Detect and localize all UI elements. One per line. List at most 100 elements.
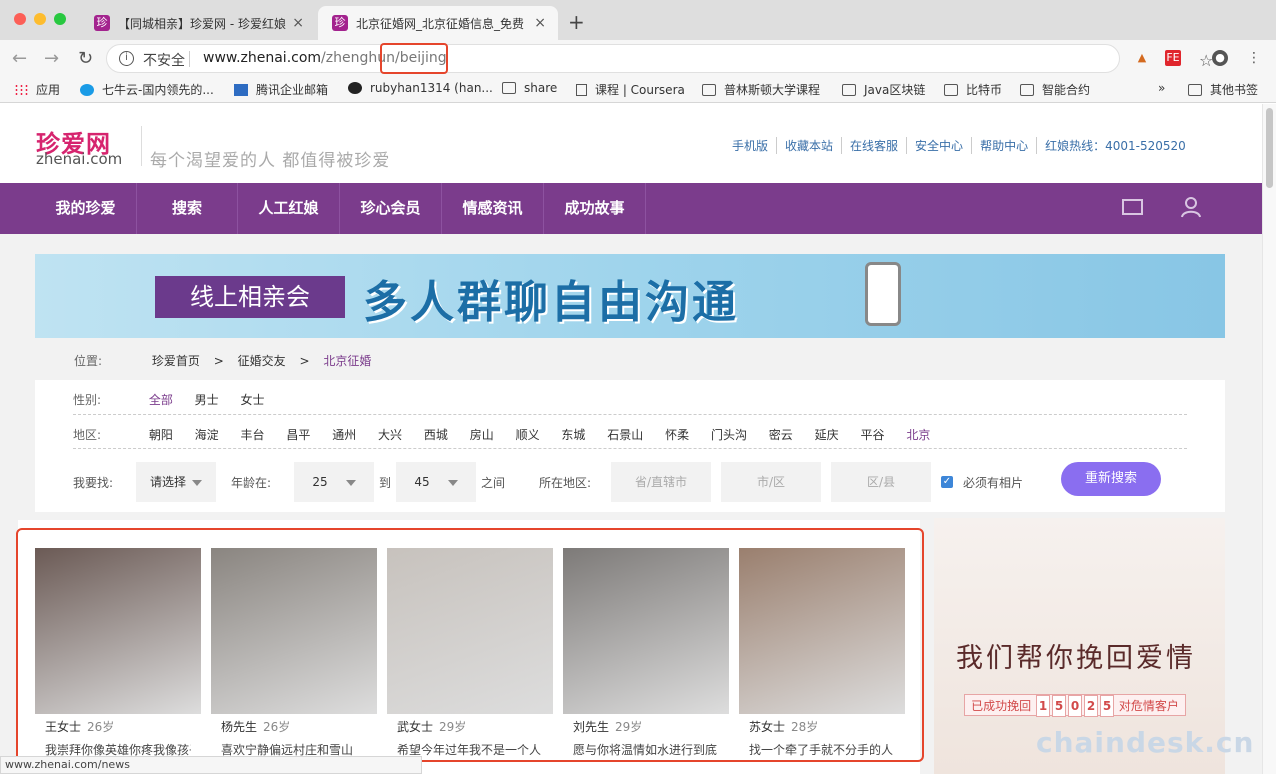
bookmark-tencent-mail[interactable]: 腾讯企业邮箱 — [234, 81, 328, 98]
bookmark-other[interactable]: 其他书签 — [1188, 81, 1258, 98]
region-option[interactable]: 石景山 — [607, 428, 643, 442]
region-option[interactable]: 昌平 — [286, 428, 310, 442]
ad-digit: 5 — [1100, 695, 1114, 717]
bookmark-coursera[interactable]: 课程 | Coursera — [576, 81, 685, 98]
new-tab-button[interactable]: + — [568, 10, 585, 34]
metamask-fox-icon[interactable]: ▲ — [1134, 50, 1150, 66]
site-header: 珍爱网 zhenai.com 每个渴望爱的人 都值得被珍爱 手机版 收藏本站 在… — [0, 104, 1262, 183]
nav-emotion-news[interactable]: 情感资讯 — [442, 183, 544, 234]
region-option[interactable]: 延庆 — [815, 428, 839, 442]
research-button[interactable]: 重新搜索 — [1061, 462, 1161, 496]
security-center-link[interactable]: 安全中心 — [906, 137, 971, 154]
nav-search[interactable]: 搜索 — [137, 183, 238, 234]
tab-title: 北京征婚网_北京征婚信息_免费 — [356, 16, 525, 31]
bookmark-github[interactable]: rubyhan1314 (han... — [348, 81, 493, 95]
folder-icon — [944, 83, 958, 96]
folder-icon — [842, 83, 856, 96]
ad-title: 我们帮你挽回爱情 — [956, 643, 1196, 674]
age-to-label: 到 — [379, 476, 392, 490]
region-option[interactable]: 通州 — [332, 428, 356, 442]
mail-icon[interactable] — [1122, 199, 1143, 215]
region-option[interactable]: 丰台 — [241, 428, 265, 442]
breadcrumb-label: 位置: — [74, 354, 103, 368]
minimize-window-button[interactable] — [34, 13, 46, 25]
city-select[interactable]: 市/区 — [721, 462, 821, 502]
tab-active[interactable]: 珍 北京征婚网_北京征婚信息_免费 × — [318, 6, 558, 40]
find-select[interactable]: 请选择 — [136, 462, 216, 502]
bookmark-qiniu[interactable]: 七牛云-国内领先的... — [80, 81, 214, 98]
chevron-down-icon — [345, 479, 356, 486]
bookmark-overflow-chevron[interactable]: » — [1158, 81, 1165, 95]
location-label: 所在地区: — [539, 476, 592, 490]
bookmark-star-icon[interactable]: ☆ — [1199, 51, 1213, 70]
menu-kebab-icon[interactable]: ⋮ — [1246, 50, 1262, 66]
bookmark-java-blockchain[interactable]: Java区块链 — [842, 81, 925, 98]
user-icon[interactable] — [1181, 196, 1201, 218]
close-window-button[interactable] — [14, 13, 26, 25]
mobile-link[interactable]: 手机版 — [724, 137, 776, 154]
page-scrollbar[interactable] — [1262, 104, 1276, 774]
province-placeholder: 省/直辖市 — [634, 475, 688, 489]
tab-close-icon[interactable]: × — [534, 15, 546, 31]
promo-banner[interactable]: 线上相亲会 多人群聊自由沟通 — [35, 254, 1225, 338]
age-label: 年龄在: — [231, 476, 272, 490]
nav-membership[interactable]: 珍心会员 — [340, 183, 442, 234]
breadcrumb-dating[interactable]: 征婚交友 — [238, 354, 286, 368]
watermark: chaindesk.cn — [1036, 726, 1255, 759]
tab-inactive[interactable]: 珍 【同城相亲】珍爱网 - 珍爱红娘 × — [80, 6, 316, 40]
maximize-window-button[interactable] — [54, 13, 66, 25]
security-label: 不安全 — [143, 53, 185, 69]
profile-avatar-icon[interactable]: ● — [1212, 50, 1228, 66]
region-option[interactable]: 大兴 — [378, 428, 402, 442]
province-select[interactable]: 省/直辖市 — [611, 462, 711, 502]
region-option[interactable]: 平谷 — [860, 428, 884, 442]
bookmark-princeton[interactable]: 普林斯顿大学课程 — [702, 81, 820, 98]
nav-my-zhenai[interactable]: 我的珍爱 — [35, 183, 137, 234]
region-option[interactable]: 海淀 — [195, 428, 219, 442]
address-bar[interactable]: i 不安全 www.zhenai.com/zhenghun/beijing ☆ — [106, 44, 1213, 73]
forward-arrow-icon[interactable]: → — [44, 48, 59, 69]
region-option[interactable]: 西城 — [424, 428, 448, 442]
back-arrow-icon[interactable]: ← — [12, 48, 27, 69]
region-option[interactable]: 房山 — [470, 428, 494, 442]
district-select[interactable]: 区/县 — [831, 462, 931, 502]
bookmark-share[interactable]: share — [502, 81, 557, 95]
reload-icon[interactable]: ↻ — [78, 48, 93, 69]
region-option[interactable]: 顺义 — [516, 428, 540, 442]
breadcrumb-separator: > — [299, 354, 310, 368]
gender-option-female[interactable]: 女士 — [241, 393, 265, 407]
bookmark-smart-contract[interactable]: 智能合约 — [1020, 81, 1090, 98]
help-center-link[interactable]: 帮助中心 — [971, 137, 1036, 154]
status-bar: www.zhenai.com/news — [0, 756, 422, 774]
breadcrumb-current: 北京征婚 — [323, 354, 372, 368]
breadcrumb-home[interactable]: 珍爱首页 — [152, 354, 200, 368]
gender-label: 性别: — [73, 393, 102, 407]
ad-counter-suffix: 对危情客户 — [1118, 699, 1179, 713]
gender-option-male[interactable]: 男士 — [195, 393, 219, 407]
age-to-select[interactable]: 45 — [396, 462, 476, 502]
gender-option-all[interactable]: 全部 — [149, 393, 173, 407]
region-option-selected[interactable]: 北京 — [906, 428, 930, 442]
region-option[interactable]: 怀柔 — [665, 428, 689, 442]
region-option[interactable]: 朝阳 — [149, 428, 173, 442]
nav-success-stories[interactable]: 成功故事 — [544, 183, 646, 234]
bookmark-bitcoin[interactable]: 比特币 — [944, 81, 1002, 98]
bookmark-site-link[interactable]: 收藏本站 — [776, 137, 841, 154]
age-from-select[interactable]: 25 — [294, 462, 374, 502]
cards-highlight-box — [16, 528, 924, 762]
bookmark-label: 比特币 — [966, 83, 1003, 97]
divider — [73, 414, 1187, 415]
ad-counter: 已成功挽回 15025 对危情客户 — [964, 694, 1186, 717]
info-icon[interactable]: i — [119, 51, 134, 66]
nav-matchmaker[interactable]: 人工红娘 — [238, 183, 340, 234]
region-option[interactable]: 门头沟 — [711, 428, 747, 442]
hotline-link[interactable]: 红娘热线：4001-520520 — [1036, 137, 1194, 154]
scrollbar-thumb[interactable] — [1266, 108, 1273, 188]
fe-extension-icon[interactable]: FE — [1165, 50, 1181, 66]
region-option[interactable]: 东城 — [561, 428, 585, 442]
bookmark-apps[interactable]: 应用 — [14, 81, 60, 98]
region-option[interactable]: 密云 — [769, 428, 793, 442]
photo-required-checkbox[interactable]: ✓ — [941, 476, 953, 488]
tab-close-icon[interactable]: × — [292, 15, 304, 31]
online-service-link[interactable]: 在线客服 — [841, 137, 906, 154]
